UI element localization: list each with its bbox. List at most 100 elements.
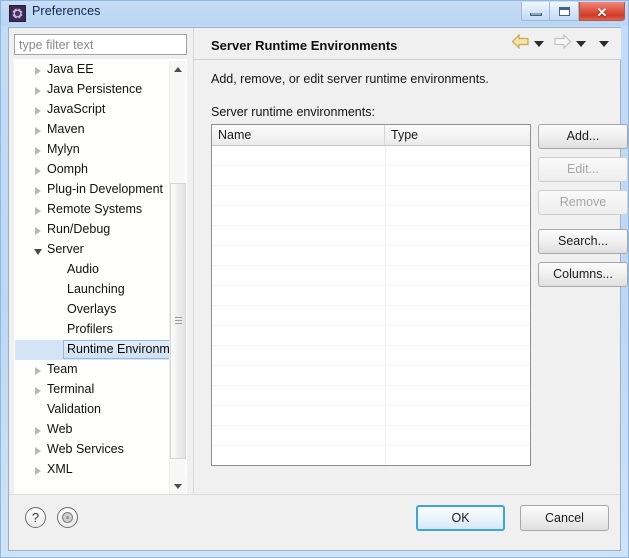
forward-arrow-icon[interactable] <box>553 33 572 54</box>
tree-item-label: Plug-in Development <box>47 182 164 196</box>
table-action-buttons: Add... Edit... Remove Search... Columns... <box>538 124 628 295</box>
tree-item-remote-systems[interactable]: Remote Systems <box>15 200 175 220</box>
tree-item-audio[interactable]: Audio <box>15 260 175 280</box>
tree-item-maven[interactable]: Maven <box>15 120 175 140</box>
preferences-tree[interactable]: Java EE Java Persistence JavaScript Maven My… <box>14 59 187 495</box>
caret-right-icon[interactable] <box>35 207 41 215</box>
table-body[interactable] <box>212 146 530 465</box>
ok-button[interactable]: OK <box>416 505 505 531</box>
table-row[interactable] <box>212 306 530 326</box>
tree-item-java-ee[interactable]: Java EE <box>15 60 175 80</box>
edit-button: Edit... <box>538 157 628 182</box>
filter-input[interactable]: type filter text <box>14 34 187 55</box>
column-header-type[interactable]: Type <box>385 125 530 145</box>
tree-item-mylyn[interactable]: Mylyn <box>15 140 175 160</box>
tree-item-validation[interactable]: Validation <box>15 400 175 420</box>
tree-item-overlays[interactable]: Overlays <box>15 300 175 320</box>
table-row[interactable] <box>212 406 530 426</box>
caret-right-icon[interactable] <box>35 427 41 435</box>
caret-right-icon[interactable] <box>35 67 41 75</box>
maximize-button[interactable] <box>550 2 579 21</box>
server-runtime-table[interactable]: Name Type <box>211 124 531 466</box>
tree-item-run-debug[interactable]: Run/Debug <box>15 220 175 240</box>
close-button[interactable]: ✕ <box>579 2 625 21</box>
back-history-chevron-down-icon[interactable] <box>534 41 544 47</box>
tree-item-label: Runtime Environm <box>67 342 170 356</box>
tree-item-label: JavaScript <box>47 102 106 116</box>
tree-item-label: Oomph <box>47 162 88 176</box>
caret-right-icon[interactable] <box>35 87 41 95</box>
caret-right-icon[interactable] <box>35 227 41 235</box>
table-row[interactable] <box>212 286 530 306</box>
tree-item-label: Maven <box>47 122 85 136</box>
table-row[interactable] <box>212 246 530 266</box>
forward-history-chevron-down-icon[interactable] <box>576 41 586 47</box>
caret-right-icon[interactable] <box>35 467 41 475</box>
column-header-name[interactable]: Name <box>212 125 385 145</box>
tree-item-profilers[interactable]: Profilers <box>15 320 175 340</box>
caret-down-icon[interactable] <box>34 249 42 255</box>
minimize-icon <box>530 13 542 16</box>
scroll-up-button[interactable] <box>170 61 186 78</box>
search-button[interactable]: Search... <box>538 229 628 254</box>
table-row[interactable] <box>212 166 530 186</box>
tree-item-label: Launching <box>67 282 125 296</box>
vertical-scroll-thumb[interactable] <box>170 183 186 459</box>
caret-right-icon[interactable] <box>35 447 41 455</box>
tree-item-runtime-environm[interactable]: Runtime Environm <box>15 340 175 360</box>
about-circle-icon[interactable] <box>57 507 78 528</box>
columns-button[interactable]: Columns... <box>538 262 628 287</box>
tree-item-javascript[interactable]: JavaScript <box>15 100 175 120</box>
table-header: Name Type <box>212 125 530 146</box>
page-description: Add, remove, or edit server runtime envi… <box>211 72 489 86</box>
back-arrow-icon[interactable] <box>511 33 530 54</box>
tree-item-java-persistence[interactable]: Java Persistence <box>15 80 175 100</box>
add-button[interactable]: Add... <box>538 124 628 149</box>
caret-right-icon[interactable] <box>35 387 41 395</box>
tree-item-terminal[interactable]: Terminal <box>15 380 175 400</box>
caret-right-icon[interactable] <box>35 367 41 375</box>
caret-right-icon[interactable] <box>35 147 41 155</box>
close-icon: ✕ <box>596 5 608 20</box>
tree-item-server[interactable]: Server <box>15 240 175 260</box>
dialog-button-bar: ? OK Cancel <box>9 494 620 550</box>
tree-item-team[interactable]: Team <box>15 360 175 380</box>
tree-item-oomph[interactable]: Oomph <box>15 160 175 180</box>
question-mark-icon[interactable]: ? <box>25 507 46 528</box>
minimize-button[interactable] <box>521 2 550 21</box>
tree-vertical-scrollbar[interactable] <box>169 61 186 494</box>
table-row[interactable] <box>212 226 530 246</box>
caret-right-icon[interactable] <box>35 187 41 195</box>
table-row[interactable] <box>212 326 530 346</box>
page-menu-chevron-down-icon[interactable] <box>599 41 609 47</box>
table-row[interactable] <box>212 186 530 206</box>
cancel-button[interactable]: Cancel <box>520 505 609 531</box>
table-row[interactable] <box>212 426 530 446</box>
tree-item-label: XML <box>47 462 73 476</box>
tree-item-label: Profilers <box>67 322 113 336</box>
caret-right-icon[interactable] <box>35 107 41 115</box>
scroll-down-button[interactable] <box>170 478 186 494</box>
about-inner-dot <box>62 512 73 523</box>
preference-page: Server Runtime Environments Add, remove,… <box>193 28 628 493</box>
tree-item-web-services[interactable]: Web Services <box>15 440 175 460</box>
table-row[interactable] <box>212 346 530 366</box>
table-row[interactable] <box>212 446 530 465</box>
tree-item-launching[interactable]: Launching <box>15 280 175 300</box>
table-row[interactable] <box>212 366 530 386</box>
tree-item-label: Validation <box>47 402 101 416</box>
tree-item-web[interactable]: Web <box>15 420 175 440</box>
tree-item-label: Web <box>47 422 73 436</box>
tree-item-label: Mylyn <box>47 142 80 156</box>
table-row[interactable] <box>212 266 530 286</box>
table-row[interactable] <box>212 386 530 406</box>
table-row[interactable] <box>212 206 530 226</box>
tree-item-plug-in-development[interactable]: Plug-in Development <box>15 180 175 200</box>
tree-item-label: Terminal <box>47 382 95 396</box>
caret-up-icon <box>174 67 182 72</box>
tree-item-xml[interactable]: XML <box>15 460 175 480</box>
caret-right-icon[interactable] <box>35 167 41 175</box>
table-row[interactable] <box>212 146 530 166</box>
preferences-window: Preferences ✕ type filter text Java EE Ja… <box>0 0 629 558</box>
caret-right-icon[interactable] <box>35 127 41 135</box>
